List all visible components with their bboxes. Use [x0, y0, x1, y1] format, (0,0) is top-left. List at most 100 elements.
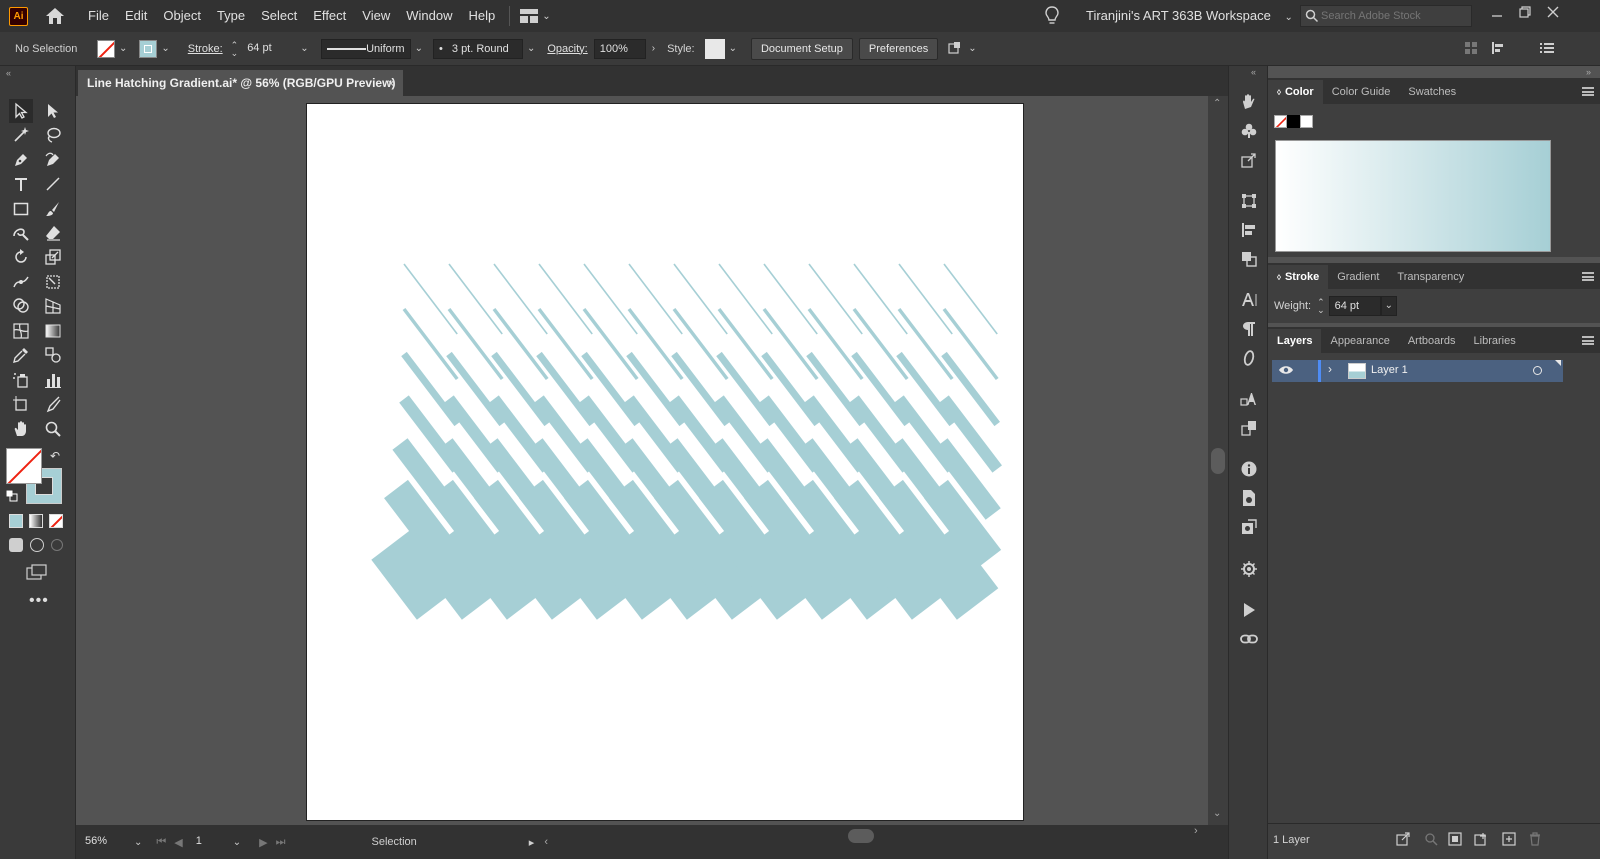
- lightbulb-icon[interactable]: [1044, 6, 1062, 26]
- tab-swatches[interactable]: Swatches: [1399, 80, 1465, 104]
- weight-field[interactable]: 64 pt: [1328, 296, 1381, 316]
- collapse-panels-icon[interactable]: »: [1586, 67, 1591, 77]
- direct-selection-tool-icon[interactable]: [41, 99, 65, 123]
- tab-appearance[interactable]: Appearance: [1321, 329, 1398, 353]
- hatch-stroke[interactable]: [628, 263, 683, 335]
- curvature-tool-icon[interactable]: [41, 148, 65, 172]
- character-icon[interactable]: [1239, 290, 1259, 310]
- hand-tool-icon[interactable]: [9, 417, 33, 441]
- hatch-stroke[interactable]: [403, 263, 458, 335]
- panel-collapse-icon[interactable]: ◊: [1277, 88, 1281, 97]
- gradient-mode-icon[interactable]: [29, 514, 43, 528]
- hatch-stroke[interactable]: [898, 263, 953, 335]
- canvas-area[interactable]: [76, 96, 1208, 825]
- tab-stroke[interactable]: ◊ Stroke: [1268, 265, 1329, 289]
- hatch-stroke[interactable]: [853, 263, 908, 335]
- eyedropper-tool-icon[interactable]: [9, 343, 33, 367]
- opacity-field[interactable]: 100%: [593, 38, 646, 59]
- transform-icon[interactable]: [1239, 191, 1259, 211]
- draw-behind-icon[interactable]: [30, 538, 44, 552]
- free-transform-tool-icon[interactable]: [41, 270, 65, 294]
- minimize-icon[interactable]: [1490, 6, 1504, 20]
- line-hatching-artwork[interactable]: [307, 104, 1025, 822]
- opentype-icon[interactable]: [1239, 348, 1259, 368]
- artboard[interactable]: [306, 103, 1024, 821]
- vertical-scrollbar[interactable]: ⌃ ⌄: [1208, 96, 1228, 825]
- chevron-down-icon[interactable]: ⌄: [527, 43, 535, 54]
- last-artboard-icon[interactable]: ⏭: [276, 836, 286, 849]
- stroke-stepper-icon[interactable]: ⌃ ⌄: [231, 40, 239, 57]
- magic-wand-tool-icon[interactable]: [9, 123, 33, 147]
- hatch-stroke[interactable]: [718, 263, 773, 335]
- navigator-icon[interactable]: [1239, 559, 1259, 579]
- hatch-stroke[interactable]: [808, 263, 863, 335]
- swap-fill-stroke-icon[interactable]: ↶: [50, 449, 60, 463]
- edit-toolbar-icon[interactable]: •••: [29, 592, 49, 610]
- document-tab[interactable]: Line Hatching Gradient.ai* @ 56% (RGB/GP…: [78, 70, 403, 96]
- zoom-field[interactable]: 56%: [80, 832, 130, 852]
- color-spectrum-ramp[interactable]: [1275, 140, 1551, 252]
- pen-tool-icon[interactable]: [9, 148, 33, 172]
- menu-type[interactable]: Type: [209, 0, 253, 32]
- info-icon[interactable]: [1239, 459, 1259, 479]
- document-info-icon[interactable]: [1239, 488, 1259, 508]
- collapse-toolbar-icon[interactable]: «: [6, 68, 11, 78]
- graphic-style-swatch[interactable]: [704, 38, 725, 59]
- tab-color-guide[interactable]: Color Guide: [1323, 80, 1400, 104]
- screen-mode-icon[interactable]: [26, 564, 48, 580]
- close-tab-icon[interactable]: ×: [387, 70, 395, 96]
- color-mode-icon[interactable]: [9, 514, 23, 528]
- default-fill-stroke-icon[interactable]: [5, 489, 18, 502]
- tab-color[interactable]: ◊ Color: [1268, 80, 1323, 104]
- delete-layer-icon[interactable]: [1528, 832, 1542, 849]
- locate-object-icon[interactable]: [1424, 832, 1438, 849]
- mesh-tool-icon[interactable]: [9, 319, 33, 343]
- grid-icon[interactable]: [1464, 41, 1478, 58]
- artboard-number-field[interactable]: 1: [191, 832, 229, 852]
- hatch-stroke[interactable]: [763, 263, 818, 335]
- hatch-stroke[interactable]: [673, 263, 728, 335]
- home-icon[interactable]: [44, 5, 66, 27]
- width-tool-icon[interactable]: [9, 270, 33, 294]
- scroll-up-icon[interactable]: ⌃: [1213, 98, 1221, 109]
- symbols-icon[interactable]: [1239, 121, 1259, 141]
- search-input[interactable]: [1321, 10, 1461, 22]
- brush-definition[interactable]: • 3 pt. Round: [432, 38, 523, 59]
- fill-swatch[interactable]: [97, 39, 115, 58]
- scale-tool-icon[interactable]: [41, 245, 65, 269]
- expand-layer-icon[interactable]: ›: [1328, 362, 1332, 376]
- next-artboard-icon[interactable]: ▶: [259, 836, 267, 849]
- shaper-tool-icon[interactable]: [9, 221, 33, 245]
- rectangle-tool-icon[interactable]: [9, 197, 33, 221]
- status-play-icon[interactable]: ▸: [529, 836, 535, 849]
- blend-tool-icon[interactable]: [41, 343, 65, 367]
- tab-artboards[interactable]: Artboards: [1399, 329, 1465, 353]
- new-layer-icon[interactable]: [1502, 832, 1516, 849]
- previous-artboard-icon[interactable]: ◀: [174, 836, 182, 849]
- align-panel-icon[interactable]: [1239, 220, 1259, 240]
- weight-stepper-icon[interactable]: ⌃ ⌄: [1317, 298, 1325, 315]
- chevron-down-icon[interactable]: ⌄: [300, 43, 308, 54]
- menu-file[interactable]: File: [80, 0, 117, 32]
- menu-window[interactable]: Window: [398, 0, 460, 32]
- document-setup-button[interactable]: Document Setup: [750, 37, 853, 60]
- symbol-sprayer-tool-icon[interactable]: [9, 368, 33, 392]
- tab-transparency[interactable]: Transparency: [1388, 265, 1473, 289]
- chevron-down-icon[interactable]: ⌄: [134, 837, 142, 848]
- hatch-stroke[interactable]: [911, 528, 999, 620]
- draw-normal-icon[interactable]: [9, 538, 23, 552]
- perspective-grid-tool-icon[interactable]: [41, 294, 65, 318]
- workspace-switcher[interactable]: Tiranjini's ART 363B Workspace ⌄: [1086, 0, 1297, 32]
- lasso-tool-icon[interactable]: [41, 123, 65, 147]
- first-artboard-icon[interactable]: ⏮: [156, 836, 166, 849]
- layer-row[interactable]: › Layer 1: [1272, 360, 1563, 382]
- artboards-panel-icon[interactable]: [1239, 418, 1259, 438]
- glyphs-icon[interactable]: [1239, 389, 1259, 409]
- none-mode-icon[interactable]: [49, 514, 63, 528]
- menu-view[interactable]: View: [354, 0, 398, 32]
- collapse-icon-strip-icon[interactable]: «: [1251, 67, 1256, 77]
- tab-libraries[interactable]: Libraries: [1465, 329, 1525, 353]
- variable-width-profile[interactable]: Uniform: [320, 38, 411, 59]
- tab-gradient[interactable]: Gradient: [1328, 265, 1388, 289]
- stock-search-field[interactable]: [1300, 5, 1472, 27]
